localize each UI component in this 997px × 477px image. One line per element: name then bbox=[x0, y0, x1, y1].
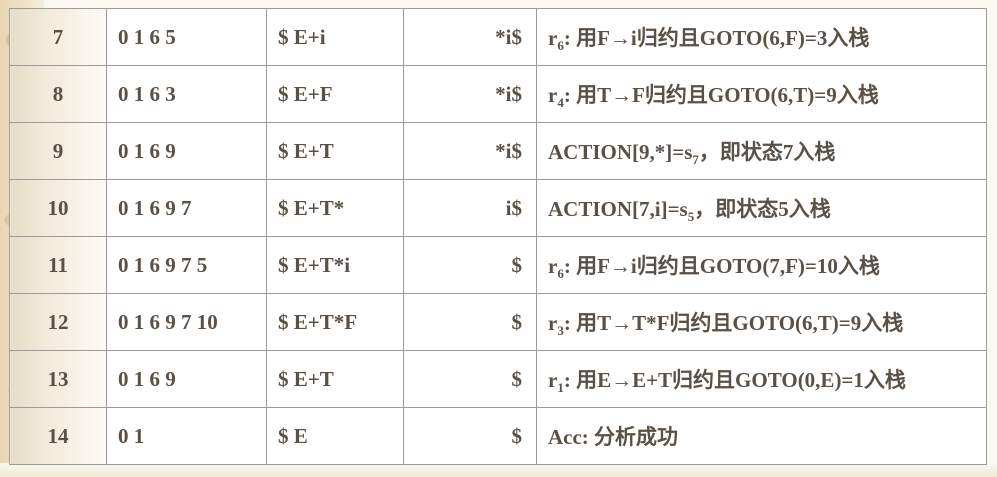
symbol-stack-cell: $ E+i bbox=[266, 8, 404, 66]
symbol-stack-cell: $ E+T bbox=[266, 122, 404, 180]
input-string-cell: $ bbox=[403, 236, 537, 294]
action-prefix: r bbox=[548, 311, 558, 335]
symbol-stack-cell: $ E+T*i bbox=[266, 236, 404, 294]
action-prefix: Acc: 分析成功 bbox=[548, 425, 679, 449]
symbol-stack-cell: $ E+T*F bbox=[266, 293, 404, 351]
input-string-cell: *i$ bbox=[403, 65, 537, 123]
step-cell: 7 bbox=[9, 8, 107, 66]
step-cell: 8 bbox=[9, 65, 107, 123]
action-suffix: ，即状态5入栈 bbox=[694, 197, 831, 221]
symbol-stack-cell: $ E bbox=[266, 407, 404, 465]
step-cell: 12 bbox=[9, 293, 107, 351]
lr-parse-trace-table: 70 1 6 5 $ E+i *i$ r6: 用F→i归约且GOTO(6,F)=3入栈… bbox=[9, 8, 987, 465]
table-row: 13 0 1 6 9 $ E+T $ r1: 用E→E+T归约且GOTO(0,E)=1入… bbox=[9, 350, 987, 408]
action-cell: r6: 用F→i归约且GOTO(6,F)=3入栈 bbox=[536, 8, 987, 66]
state-stack-cell: 0 1 6 9 7 5 bbox=[106, 236, 267, 294]
state-stack-cell: 0 1 6 9 bbox=[106, 122, 267, 180]
symbol-stack-cell: $ E+T bbox=[266, 350, 404, 408]
action-suffix: : 用T→F归约且GOTO(6,T)=9入栈 bbox=[563, 83, 879, 107]
step-cell: 10 bbox=[9, 179, 107, 237]
action-cell: ACTION[7,i]=s5，即状态5入栈 bbox=[536, 179, 987, 237]
input-string-cell: $ bbox=[403, 350, 537, 408]
bottom-paper-strip bbox=[0, 463, 997, 477]
action-cell: r4: 用T→F归约且GOTO(6,T)=9入栈 bbox=[536, 65, 987, 123]
action-cell: Acc: 分析成功 bbox=[536, 407, 987, 465]
table-row: 70 1 6 5 $ E+i *i$ r6: 用F→i归约且GOTO(6,F)=3入栈 bbox=[9, 8, 987, 66]
input-string-cell: *i$ bbox=[403, 122, 537, 180]
input-string-cell: i$ bbox=[403, 179, 537, 237]
action-cell: ACTION[9,*]=s7，即状态7入栈 bbox=[536, 122, 987, 180]
action-prefix: ACTION[7,i]=s bbox=[548, 197, 688, 221]
step-cell: 14 bbox=[9, 407, 107, 465]
symbol-stack-cell: $ E+F bbox=[266, 65, 404, 123]
table-body: 70 1 6 5 $ E+i *i$ r6: 用F→i归约且GOTO(6,F)=3入栈… bbox=[9, 8, 987, 465]
step-cell: 11 bbox=[9, 236, 107, 294]
table-row: 10 0 1 6 9 7 $ E+T* i$ ACTION[7,i]=s5，即状态5入栈 bbox=[9, 179, 987, 237]
action-suffix: : 用F→i归约且GOTO(7,F)=10入栈 bbox=[563, 254, 880, 278]
step-cell: 9 bbox=[9, 122, 107, 180]
state-stack-cell: 0 1 6 5 bbox=[106, 8, 267, 66]
state-stack-cell: 0 1 6 9 7 10 bbox=[106, 293, 267, 351]
step-cell: 13 bbox=[9, 350, 107, 408]
table-row: 90 1 6 9 $ E+T *i$ ACTION[9,*]=s7，即状态7入栈 bbox=[9, 122, 987, 180]
table-row: 12 0 1 6 9 7 10 $ E+T*F $ r3: 用T→T*F归约且GOTO(… bbox=[9, 293, 987, 351]
action-cell: r3: 用T→T*F归约且GOTO(6,T)=9入栈 bbox=[536, 293, 987, 351]
action-prefix: r bbox=[548, 83, 558, 107]
action-prefix: ACTION[9,*]=s bbox=[548, 140, 693, 164]
action-cell: r6: 用F→i归约且GOTO(7,F)=10入栈 bbox=[536, 236, 987, 294]
action-prefix: r bbox=[548, 254, 558, 278]
table-row: 80 1 6 3 $ E+F *i$ r4: 用T→F归约且GOTO(6,T)=9入栈 bbox=[9, 65, 987, 123]
state-stack-cell: 0 1 bbox=[106, 407, 267, 465]
state-stack-cell: 0 1 6 9 bbox=[106, 350, 267, 408]
action-cell: r1: 用E→E+T归约且GOTO(0,E)=1入栈 bbox=[536, 350, 987, 408]
action-suffix: : 用T→T*F归约且GOTO(6,T)=9入栈 bbox=[563, 311, 904, 335]
action-suffix: : 用E→E+T归约且GOTO(0,E)=1入栈 bbox=[563, 368, 906, 392]
input-string-cell: $ bbox=[403, 407, 537, 465]
symbol-stack-cell: $ E+T* bbox=[266, 179, 404, 237]
action-suffix: : 用F→i归约且GOTO(6,F)=3入栈 bbox=[563, 26, 870, 50]
action-suffix: ，即状态7入栈 bbox=[698, 140, 836, 164]
action-prefix: r bbox=[548, 26, 558, 50]
input-string-cell: *i$ bbox=[403, 8, 537, 66]
state-stack-cell: 0 1 6 9 7 bbox=[106, 179, 267, 237]
action-prefix: r bbox=[548, 368, 558, 392]
input-string-cell: $ bbox=[403, 293, 537, 351]
state-stack-cell: 0 1 6 3 bbox=[106, 65, 267, 123]
table-row: 14 0 1 $ E $ Acc: 分析成功 bbox=[9, 407, 987, 465]
table-row: 11 0 1 6 9 7 5 $ E+T*i $ r6: 用F→i归约且GOTO(7,F… bbox=[9, 236, 987, 294]
